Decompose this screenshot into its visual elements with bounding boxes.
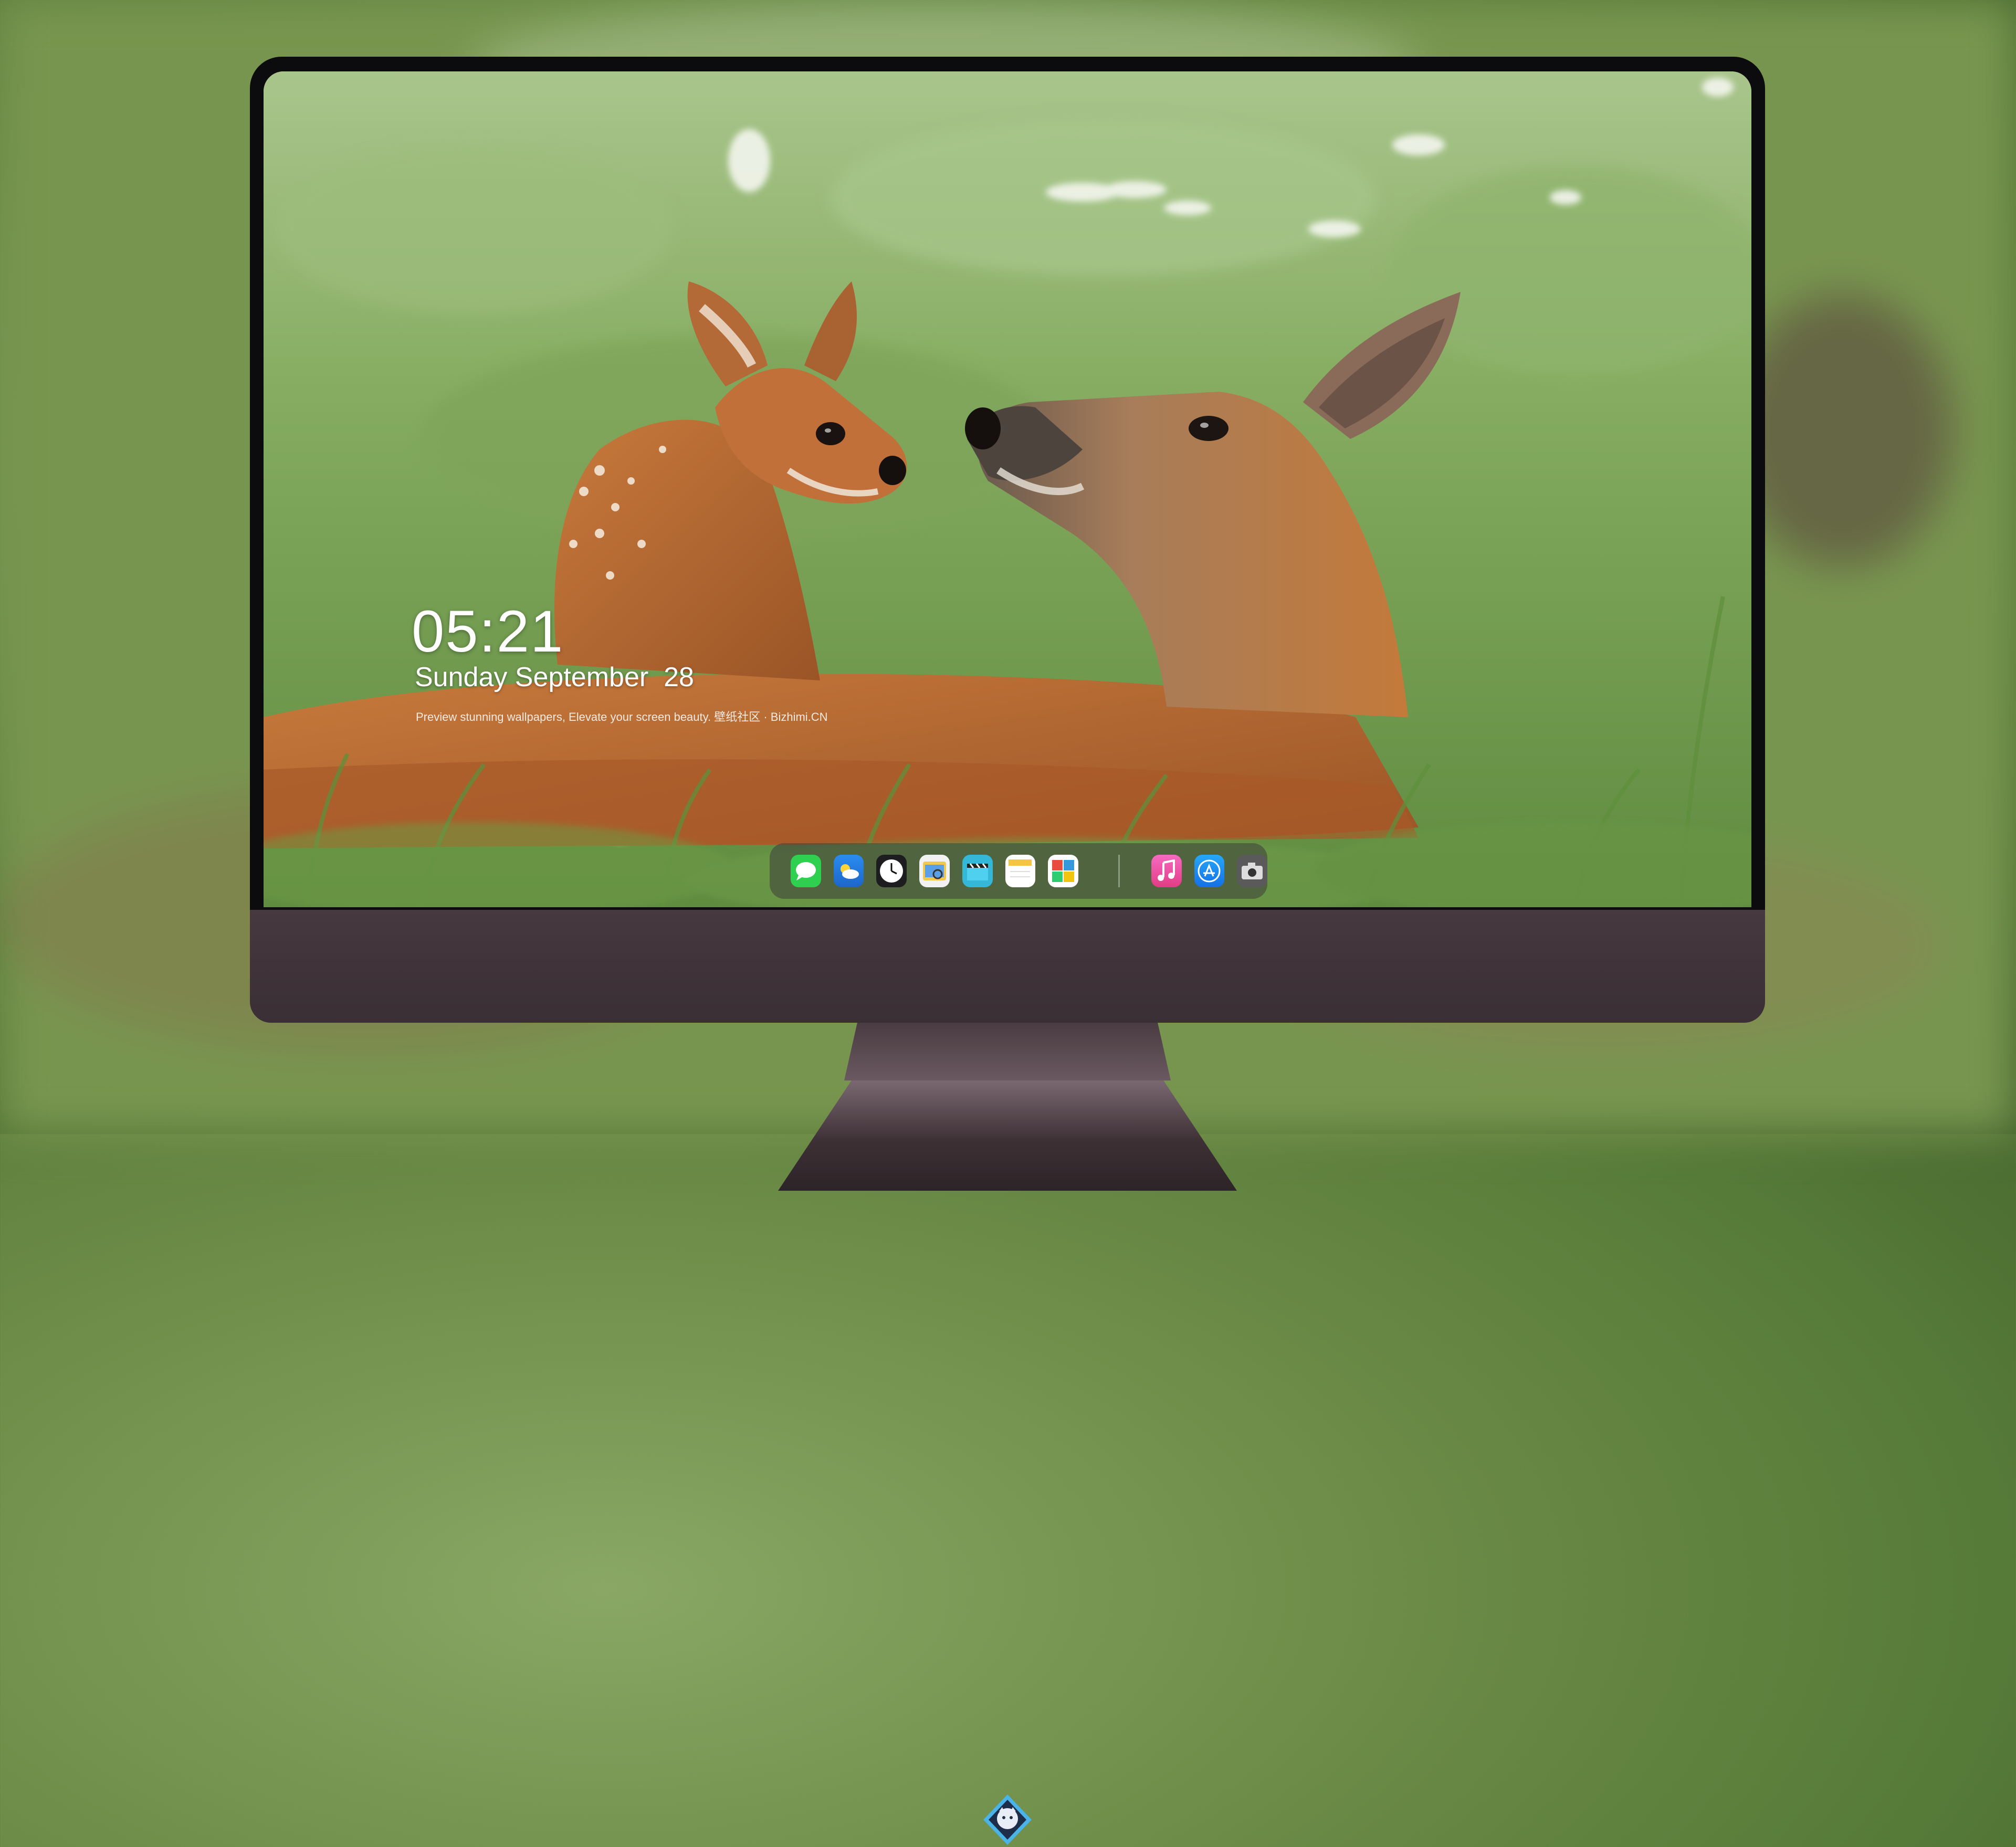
photo-booth-app-button[interactable]	[1048, 855, 1079, 887]
messages-app-button[interactable]	[791, 855, 821, 887]
notes-app-button[interactable]	[1005, 855, 1036, 887]
weather-icon	[840, 864, 859, 879]
app-store-app-button[interactable]	[1194, 855, 1225, 887]
clips-app-button[interactable]	[962, 855, 993, 887]
clock-icon	[880, 859, 904, 883]
dock-separator	[1118, 855, 1120, 887]
app-dock	[770, 843, 1267, 899]
lock-screen[interactable]: 05:21 Sunday September 28 Preview stunni…	[264, 71, 1751, 907]
wallpaper-tagline: Preview stunning wallpapers, Elevate you…	[416, 710, 828, 723]
clock-app-button[interactable]	[876, 855, 907, 887]
messages-icon	[795, 862, 816, 880]
monitor-stand-base	[778, 1080, 1237, 1191]
lock-clock-time: 05:21	[412, 599, 564, 664]
music-app-button[interactable]	[1151, 855, 1182, 887]
camera-icon	[1242, 863, 1263, 879]
app-store-icon	[1198, 859, 1221, 883]
monitor-stand-neck	[844, 1023, 1171, 1080]
notes-icon	[1009, 859, 1032, 877]
desktop-monitor: 05:21 Sunday September 28 Preview stunni…	[250, 57, 1765, 1845]
brand-logo-icon	[983, 1794, 1032, 1845]
music-icon	[1157, 859, 1175, 881]
photo-booth-icon	[1052, 860, 1075, 882]
camera-app-button[interactable]	[1237, 855, 1267, 887]
preview-icon	[923, 862, 947, 880]
clips-icon	[967, 863, 988, 880]
preview-app-button[interactable]	[919, 855, 950, 887]
weather-app-button[interactable]	[833, 855, 864, 887]
wallpaper-deer-image	[264, 71, 1751, 907]
lock-date: Sunday September 28	[415, 662, 694, 692]
monitor-chin	[250, 910, 1765, 1845]
